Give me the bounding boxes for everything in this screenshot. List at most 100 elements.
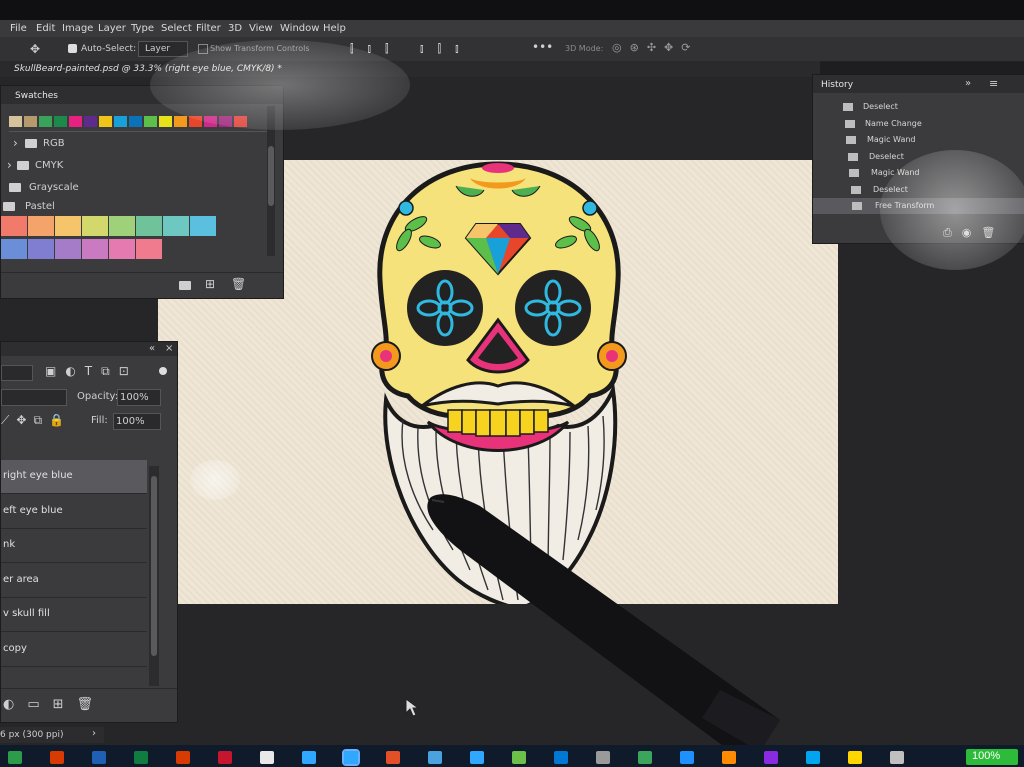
history-title[interactable]: History: [821, 80, 853, 90]
taskbar-app-icon[interactable]: [386, 751, 400, 764]
taskbar-app-icon[interactable]: [596, 751, 610, 764]
taskbar-app-icon[interactable]: [342, 749, 360, 766]
lock-icons[interactable]: ⟋✥⧉🔒: [1, 413, 71, 428]
layer-row[interactable]: right eye blue: [1, 460, 147, 494]
pastel-swatch[interactable]: [109, 216, 135, 236]
pastel-swatch[interactable]: [55, 239, 81, 259]
taskbar-app-icon[interactable]: [8, 751, 22, 764]
taskbar-app-icon[interactable]: [302, 751, 316, 764]
battery-indicator[interactable]: 100%: [966, 749, 1018, 765]
taskbar-app-icon[interactable]: [176, 751, 190, 764]
taskbar-app-icon[interactable]: [470, 751, 484, 764]
pastel-swatch[interactable]: [82, 216, 108, 236]
taskbar-app-icon[interactable]: [218, 751, 232, 764]
color-swatch[interactable]: [69, 116, 82, 127]
layer-row[interactable]: eft eye blue: [1, 495, 147, 529]
swatches-title[interactable]: Swatches: [15, 91, 58, 101]
pastel-swatch[interactable]: [28, 216, 54, 236]
menu-view[interactable]: View: [249, 23, 273, 34]
taskbar-app-icon[interactable]: [260, 751, 274, 764]
taskbar-app-icon[interactable]: [722, 751, 736, 764]
swatch-group-pastel[interactable]: Pastel: [1, 196, 263, 216]
swatches-scrollbar[interactable]: [267, 106, 275, 256]
taskbar-app-icon[interactable]: [638, 751, 652, 764]
color-swatch[interactable]: [54, 116, 67, 127]
pastel-swatch[interactable]: [1, 239, 27, 259]
menu-edit[interactable]: Edit: [36, 23, 55, 34]
history-action-icons[interactable]: ⎙◉🗑: [943, 226, 1005, 239]
close-icon[interactable]: ×: [165, 343, 173, 354]
3d-tool-icons[interactable]: ◎⊛✣✥⟳: [612, 41, 698, 54]
more-options-icon[interactable]: •••: [532, 40, 553, 54]
menu-select[interactable]: Select: [161, 23, 192, 34]
menu-help[interactable]: Help: [323, 23, 346, 34]
status-chevron-icon[interactable]: ›: [92, 728, 96, 739]
pastel-swatch[interactable]: [82, 239, 108, 259]
color-swatch[interactable]: [24, 116, 37, 127]
layer-row[interactable]: copy: [1, 633, 147, 667]
pastel-swatch[interactable]: [55, 216, 81, 236]
taskbar-app-icon[interactable]: [680, 751, 694, 764]
menu-type[interactable]: Type: [131, 23, 154, 34]
pastel-swatch[interactable]: [1, 216, 27, 236]
color-swatch[interactable]: [114, 116, 127, 127]
taskbar-app-icon[interactable]: [50, 751, 64, 764]
pastel-swatch[interactable]: [163, 216, 189, 236]
layer-row[interactable]: er area: [1, 564, 147, 598]
taskbar-app-icon[interactable]: [512, 751, 526, 764]
collapse-icon[interactable]: «: [149, 343, 155, 354]
swatch-group-cmyk[interactable]: › CMYK: [1, 154, 263, 176]
pastel-swatch[interactable]: [136, 216, 162, 236]
color-swatch[interactable]: [189, 116, 202, 127]
pastel-swatch[interactable]: [136, 239, 162, 259]
menu-3d[interactable]: 3D: [228, 23, 242, 34]
move-tool-icon[interactable]: ✥: [30, 42, 40, 56]
layers-scrollbar[interactable]: [149, 466, 159, 686]
layer-row[interactable]: nk: [1, 529, 147, 563]
pastel-swatch[interactable]: [109, 239, 135, 259]
history-item[interactable]: Deselect: [813, 182, 1024, 198]
fill-input[interactable]: 100%: [113, 413, 161, 430]
new-swatch-icon[interactable]: ⊞: [205, 277, 215, 291]
history-item[interactable]: Deselect: [813, 99, 1024, 115]
history-item[interactable]: Magic Wand: [813, 165, 1024, 181]
color-swatch[interactable]: [84, 116, 97, 127]
taskbar-app-icon[interactable]: [92, 751, 106, 764]
opacity-input[interactable]: 100%: [117, 389, 161, 406]
color-swatch[interactable]: [9, 116, 22, 127]
filter-toggle[interactable]: [159, 367, 167, 375]
color-swatch[interactable]: [174, 116, 187, 127]
swatch-group-rgb[interactable]: › RGB: [5, 132, 267, 154]
menu-file[interactable]: File: [10, 23, 27, 34]
menu-layer[interactable]: Layer: [98, 23, 126, 34]
panel-menu-icon[interactable]: ≡: [989, 77, 998, 90]
align-icons[interactable]: ⫿⫾⫿ ⫾⫿⫾: [350, 42, 473, 56]
color-swatch[interactable]: [144, 116, 157, 127]
document-tab[interactable]: SkullBeard-painted.psd @ 33.3% (right ey…: [14, 64, 282, 74]
pastel-swatch[interactable]: [28, 239, 54, 259]
collapse-icon[interactable]: »: [965, 78, 971, 89]
color-swatch[interactable]: [234, 116, 247, 127]
swatch-group-grayscale[interactable]: Grayscale: [1, 176, 263, 198]
taskbar-app-icon[interactable]: [890, 751, 904, 764]
color-swatch[interactable]: [219, 116, 232, 127]
show-transform-checkbox[interactable]: [198, 44, 208, 54]
taskbar-app-icon[interactable]: [134, 751, 148, 764]
color-swatch[interactable]: [99, 116, 112, 127]
pastel-swatch[interactable]: [190, 216, 216, 236]
layer-select-dropdown[interactable]: Layer: [138, 41, 188, 57]
layer-action-icons[interactable]: ◐▭⊞🗑: [3, 697, 106, 712]
layer-filter-icons[interactable]: ▣◐T⧉⊡: [45, 364, 138, 379]
history-item[interactable]: Free Transform: [813, 198, 1024, 214]
history-item[interactable]: Deselect: [813, 149, 1024, 165]
menu-image[interactable]: Image: [62, 23, 93, 34]
taskbar-app-icon[interactable]: [764, 751, 778, 764]
blend-mode-dropdown[interactable]: [1, 389, 67, 406]
history-item[interactable]: Magic Wand: [813, 132, 1024, 148]
color-swatch[interactable]: [129, 116, 142, 127]
color-swatch[interactable]: [39, 116, 52, 127]
history-item[interactable]: Name Change: [813, 116, 1024, 132]
taskbar-app-icon[interactable]: [554, 751, 568, 764]
taskbar-app-icon[interactable]: [806, 751, 820, 764]
layer-row[interactable]: v skull fill: [1, 598, 147, 632]
